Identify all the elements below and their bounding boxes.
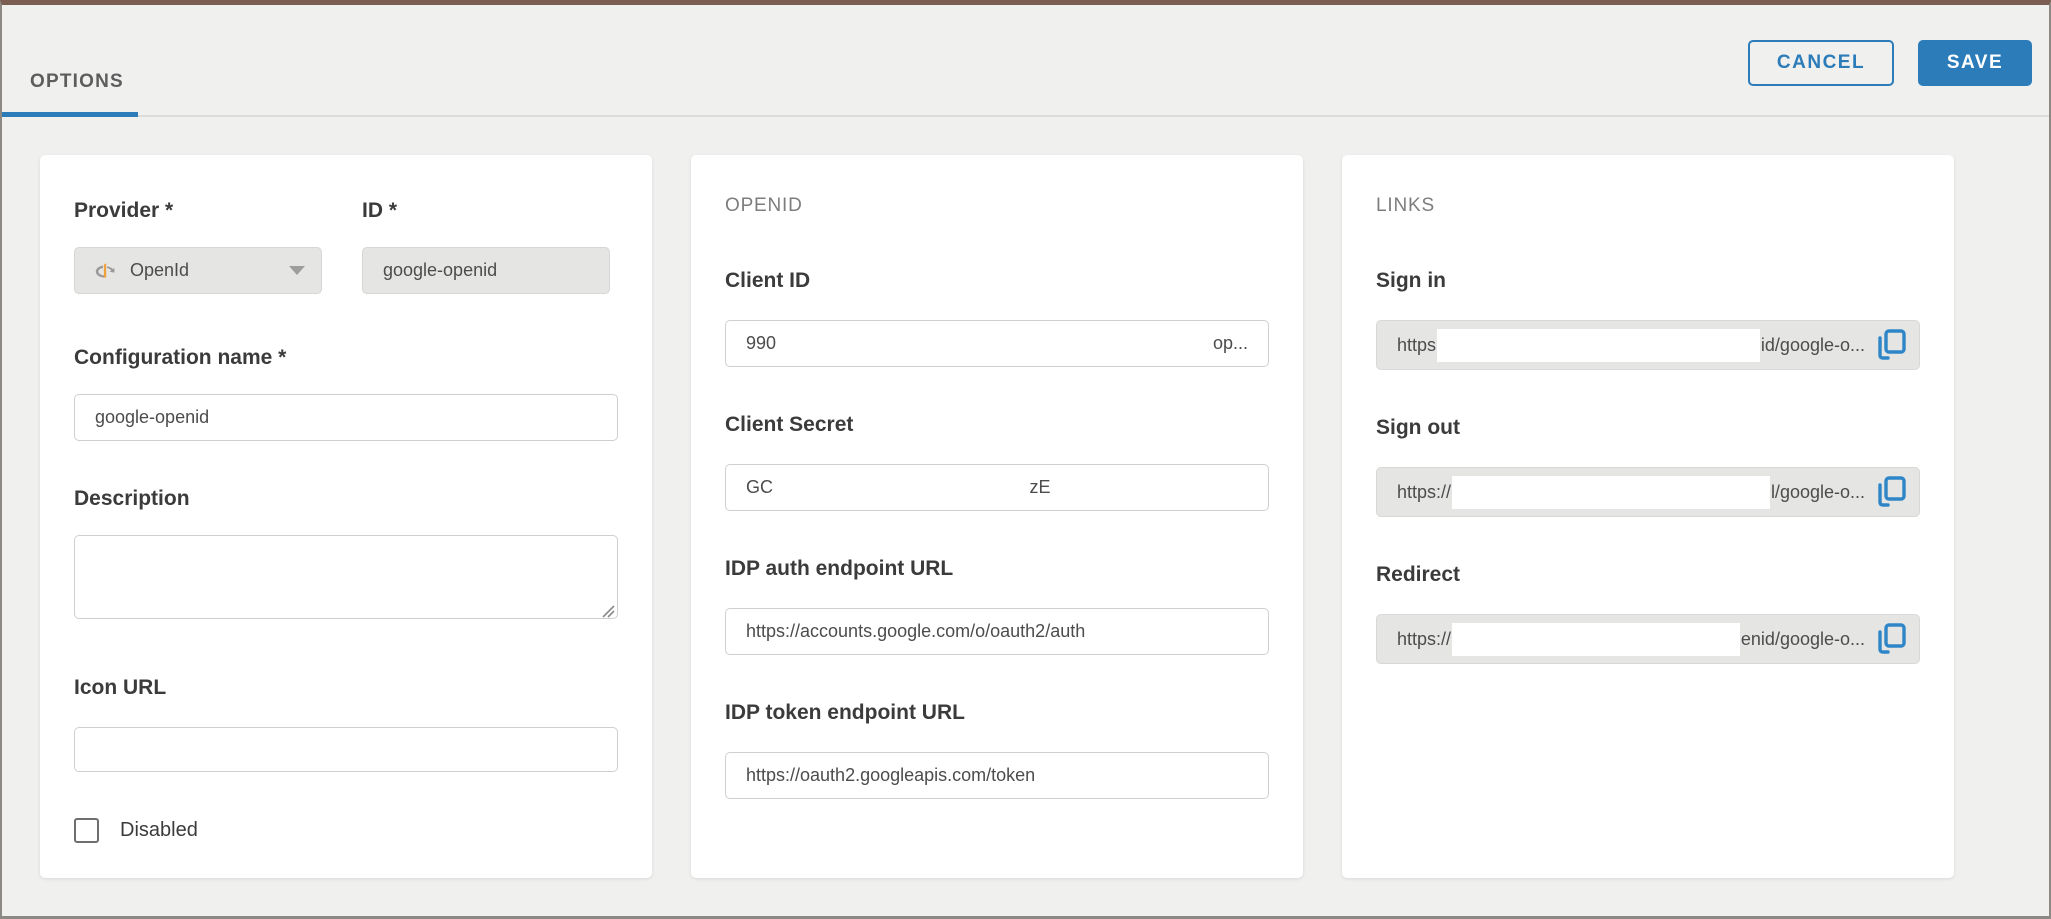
tab-options-label: OPTIONS <box>30 71 124 93</box>
idp-auth-endpoint-input[interactable] <box>725 608 1269 655</box>
client-secret-value-end: zE <box>1030 477 1051 498</box>
provider-value: OpenId <box>130 260 189 281</box>
sign-out-url-prefix: https:// <box>1397 482 1451 503</box>
chevron-down-icon <box>289 266 305 275</box>
description-label: Description <box>74 487 618 511</box>
links-card: LINKS Sign in https id/google-o... Sign … <box>1342 155 1954 878</box>
copy-icon <box>1876 328 1908 362</box>
disabled-checkbox[interactable] <box>74 818 99 843</box>
toolbar: OPTIONS CANCEL SAVE <box>2 5 2049 117</box>
sign-out-label: Sign out <box>1376 416 1920 440</box>
configuration-name-input[interactable] <box>74 394 618 441</box>
sign-out-copy-button[interactable] <box>1875 474 1909 510</box>
general-card: Provider * OpenId ID * <box>40 155 652 878</box>
id-input[interactable] <box>362 247 610 294</box>
form-content: Provider * OpenId ID * <box>2 117 2049 878</box>
id-label: ID * <box>362 199 610 223</box>
sign-out-url-field[interactable]: https:// l/google-o... <box>1376 467 1920 517</box>
client-secret-value-start: GC <box>746 477 773 498</box>
redirect-url-suffix: enid/google-o... <box>1741 629 1865 650</box>
idp-token-endpoint-label: IDP token endpoint URL <box>725 701 1269 725</box>
client-id-label: Client ID <box>725 269 1269 293</box>
redirect-url-field[interactable]: https:// enid/google-o... <box>1376 614 1920 664</box>
client-secret-input[interactable]: GC zE <box>725 464 1269 511</box>
disabled-checkbox-label: Disabled <box>120 819 198 842</box>
active-tab-underline <box>2 112 138 117</box>
configuration-name-label: Configuration name * <box>74 346 618 370</box>
toolbar-actions: CANCEL SAVE <box>1748 40 2032 86</box>
provider-select[interactable]: OpenId <box>74 247 322 294</box>
sign-in-copy-button[interactable] <box>1875 327 1909 363</box>
openid-section-label: OPENID <box>725 195 1269 217</box>
redirect-copy-button[interactable] <box>1875 621 1909 657</box>
client-id-value-start: 990 <box>746 333 776 354</box>
provider-label: Provider * <box>74 199 322 223</box>
copy-icon <box>1876 622 1908 656</box>
app-window: OPTIONS CANCEL SAVE Provider * <box>0 0 2051 919</box>
client-id-input[interactable]: 990 op... <box>725 320 1269 367</box>
redaction-overlay <box>1437 329 1760 362</box>
cancel-button[interactable]: CANCEL <box>1748 40 1894 86</box>
links-section-label: LINKS <box>1376 195 1920 217</box>
client-secret-label: Client Secret <box>725 413 1269 437</box>
sign-out-url-suffix: l/google-o... <box>1771 482 1865 503</box>
description-textarea[interactable] <box>74 535 618 619</box>
redaction-overlay <box>1452 476 1770 509</box>
idp-auth-endpoint-label: IDP auth endpoint URL <box>725 557 1269 581</box>
sign-in-url-suffix: id/google-o... <box>1761 335 1865 356</box>
redirect-url-prefix: https:// <box>1397 629 1451 650</box>
tab-options[interactable]: OPTIONS <box>2 47 138 117</box>
sign-in-label: Sign in <box>1376 269 1920 293</box>
openid-card: OPENID Client ID 990 op... Client Secret… <box>691 155 1303 878</box>
copy-icon <box>1876 475 1908 509</box>
icon-url-label: Icon URL <box>74 676 618 700</box>
save-button[interactable]: SAVE <box>1918 40 2032 86</box>
icon-url-input[interactable] <box>74 727 618 772</box>
idp-token-endpoint-input[interactable] <box>725 752 1269 799</box>
redirect-label: Redirect <box>1376 563 1920 587</box>
sign-in-url-field[interactable]: https id/google-o... <box>1376 320 1920 370</box>
sign-in-url-prefix: https <box>1397 335 1436 356</box>
openid-icon <box>93 259 117 283</box>
redaction-overlay <box>1452 623 1740 656</box>
client-id-value-end: op... <box>1213 333 1248 354</box>
